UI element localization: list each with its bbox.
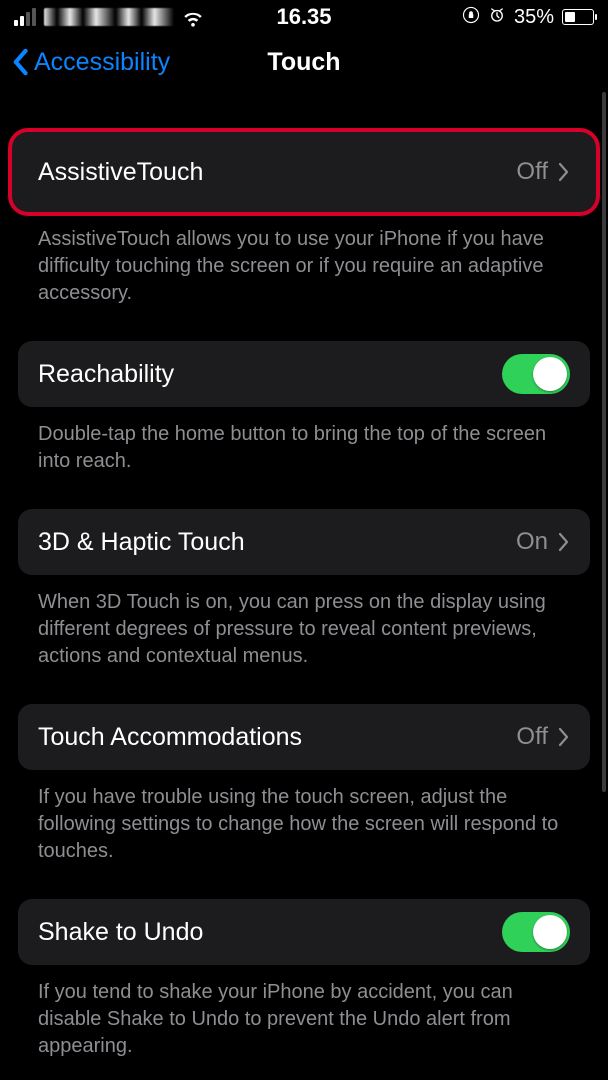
- chevron-right-icon: [558, 532, 570, 552]
- row-label: Reachability: [38, 360, 174, 389]
- group-footer: If you have trouble using the touch scre…: [18, 770, 590, 865]
- row-value: Off: [516, 158, 548, 186]
- status-bar: 16.35 35%: [0, 0, 608, 34]
- row-value: On: [516, 528, 548, 556]
- scrollbar[interactable]: [602, 92, 606, 792]
- chevron-right-icon: [558, 727, 570, 747]
- row-label: Touch Accommodations: [38, 723, 302, 752]
- row-touch-accommodations[interactable]: Touch Accommodations Off: [18, 704, 590, 770]
- row-shake-to-undo[interactable]: Shake to Undo: [18, 899, 590, 965]
- row-label: 3D & Haptic Touch: [38, 528, 245, 557]
- group-footer: When 3D Touch is on, you can press on th…: [18, 575, 590, 670]
- row-value: Off: [516, 723, 548, 751]
- row-assistivetouch[interactable]: AssistiveTouch Off: [12, 132, 596, 212]
- status-time: 16.35: [0, 4, 608, 30]
- settings-list: AssistiveTouch Off AssistiveTouch allows…: [0, 132, 608, 1080]
- row-reachability[interactable]: Reachability: [18, 341, 590, 407]
- reachability-toggle[interactable]: [502, 354, 570, 394]
- group-footer: Double-tap the home button to bring the …: [18, 407, 590, 475]
- navigation-bar: Accessibility Touch: [0, 34, 608, 90]
- row-3d-haptic-touch[interactable]: 3D & Haptic Touch On: [18, 509, 590, 575]
- shake-to-undo-toggle[interactable]: [502, 912, 570, 952]
- back-label: Accessibility: [34, 48, 170, 77]
- chevron-right-icon: [558, 162, 570, 182]
- row-label: AssistiveTouch: [38, 158, 203, 187]
- battery-icon: [562, 9, 594, 25]
- group-footer: AssistiveTouch allows you to use your iP…: [18, 212, 590, 307]
- row-label: Shake to Undo: [38, 918, 203, 947]
- back-button[interactable]: Accessibility: [0, 48, 170, 77]
- chevron-left-icon: [10, 48, 30, 76]
- group-footer: If you tend to shake your iPhone by acci…: [18, 965, 590, 1060]
